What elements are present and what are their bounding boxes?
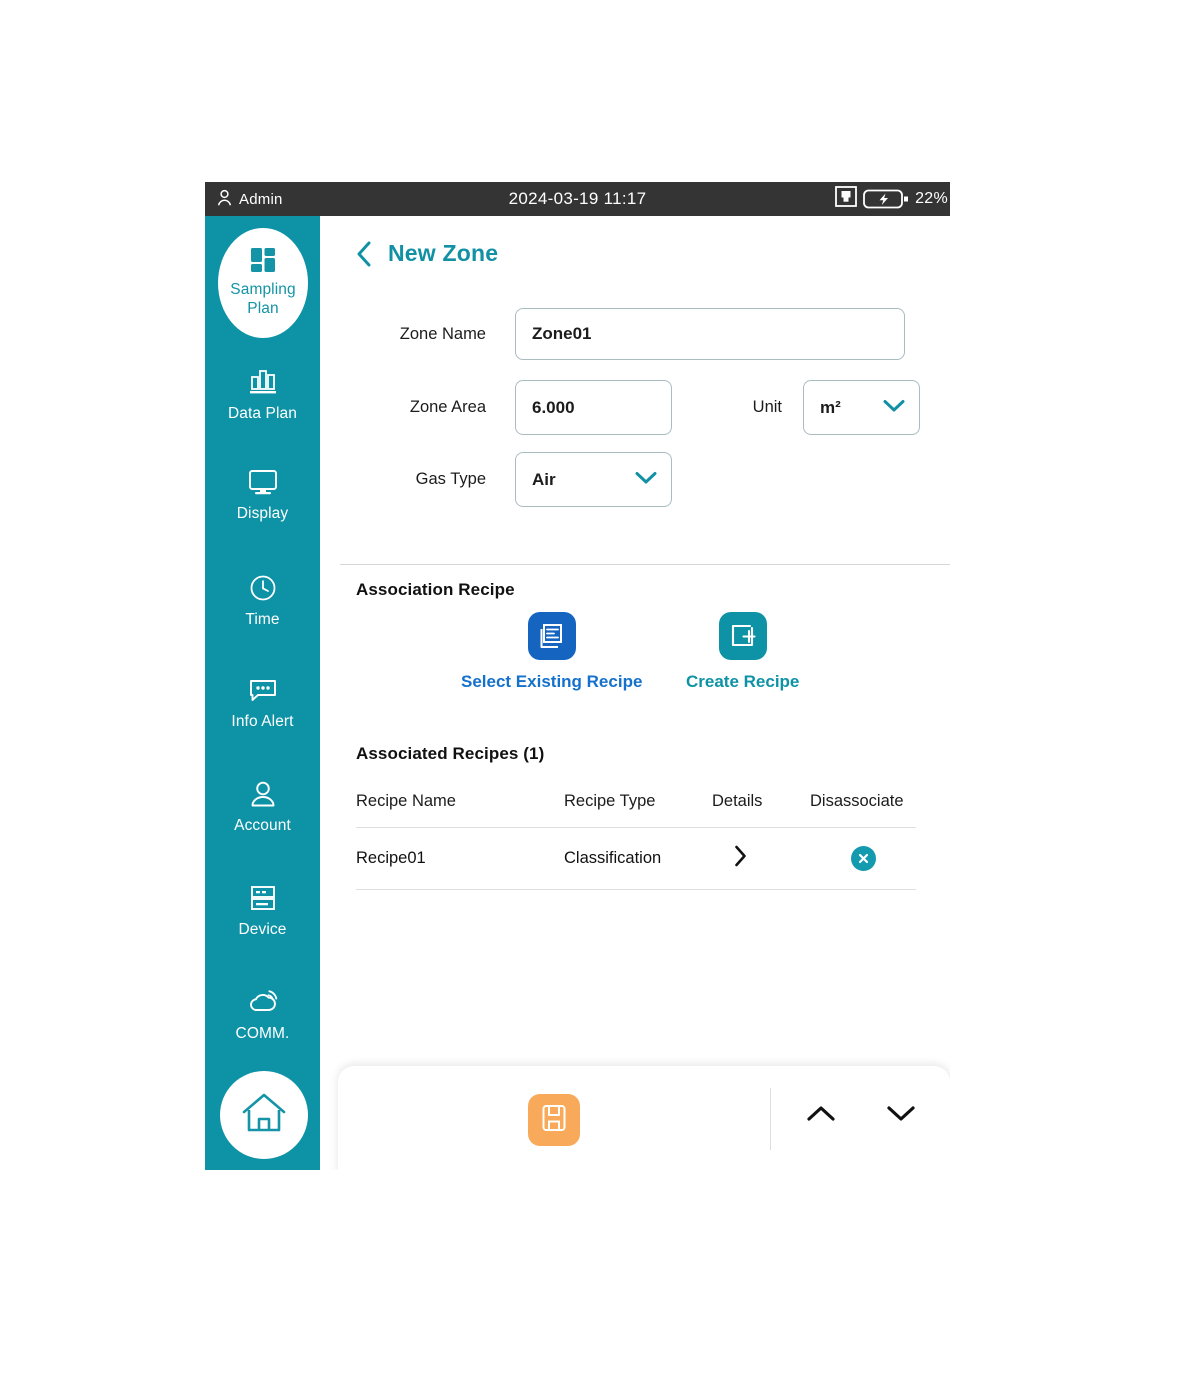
cloud-signal-icon	[247, 986, 279, 1018]
save-floppy-icon	[540, 1103, 568, 1138]
chevron-right-icon	[734, 845, 747, 872]
scroll-up-button[interactable]	[806, 1104, 836, 1128]
unit-select[interactable]: m²	[803, 380, 920, 435]
bottom-divider	[770, 1088, 771, 1150]
sidebar-item-label: COMM.	[235, 1025, 290, 1042]
sidebar-item-label: Account	[234, 817, 291, 834]
disassociate-button[interactable]	[810, 846, 916, 871]
associated-recipes-title: Associated Recipes (1)	[356, 744, 545, 763]
sidebar-item-label: Sampling Plan	[230, 281, 296, 317]
chat-bubble-icon	[248, 674, 278, 706]
column-header-recipe-name: Recipe Name	[356, 792, 456, 810]
zone-area-label: Zone Area	[409, 398, 486, 416]
gas-type-row: Gas Type Air	[356, 452, 672, 507]
gas-type-select[interactable]: Air	[515, 452, 672, 507]
table-header: Recipe Name Recipe Type Details Disassoc…	[356, 776, 916, 828]
association-recipe-title: Association Recipe	[356, 580, 515, 599]
select-existing-recipe-button[interactable]: Select Existing Recipe	[461, 612, 642, 692]
sidebar-item-sampling-plan[interactable]: Sampling Plan	[218, 228, 308, 338]
device-screen: Admin 2024-03-19 11:17 22% Sampling Plan…	[205, 182, 950, 1170]
unit-label: Unit	[752, 398, 782, 416]
zone-name-row: Zone Name Zone01	[356, 308, 905, 360]
gas-type-select-value: Air	[532, 469, 556, 489]
create-recipe-button[interactable]: Create Recipe	[686, 612, 799, 692]
table-row: Recipe01 Classification	[356, 828, 916, 890]
main-content: New Zone Zone Name Zone01 Zone Area 6.00…	[320, 216, 950, 1170]
back-button[interactable]	[356, 241, 372, 267]
unit-select-value: m²	[820, 397, 841, 417]
sidebar-item-label: Data Plan	[228, 405, 297, 422]
sidebar-item-label: Time	[245, 611, 280, 628]
chevron-up-icon	[806, 1106, 836, 1127]
sidebar: Sampling Plan Data Plan Display Time Inf…	[205, 216, 320, 1170]
chevron-down-icon	[883, 398, 905, 418]
chevron-down-icon	[635, 470, 657, 490]
person-icon	[250, 778, 276, 810]
details-button[interactable]	[712, 845, 810, 872]
select-existing-recipe-label: Select Existing Recipe	[461, 672, 643, 691]
home-icon	[240, 1090, 288, 1141]
sidebar-item-display[interactable]: Display	[205, 466, 320, 523]
column-header-details: Details	[712, 792, 763, 810]
zone-area-input[interactable]: 6.000	[515, 380, 672, 435]
bar-chart-icon	[248, 366, 278, 398]
status-indicators: 22%	[835, 182, 950, 216]
clock-icon	[249, 572, 277, 604]
gas-type-label: Gas Type	[415, 470, 486, 488]
sidebar-item-time[interactable]: Time	[205, 572, 320, 629]
scroll-down-button[interactable]	[886, 1104, 916, 1128]
cell-recipe-type: Classification	[564, 849, 662, 867]
grid-icon	[249, 244, 277, 276]
page-header: New Zone	[356, 240, 498, 267]
associated-recipes-table: Recipe Name Recipe Type Details Disassoc…	[356, 776, 916, 890]
battery-percent: 22%	[915, 190, 948, 207]
zone-name-label: Zone Name	[399, 324, 486, 343]
status-bar: Admin 2024-03-19 11:17 22%	[205, 182, 950, 216]
home-button[interactable]	[220, 1071, 308, 1159]
page-title: New Zone	[388, 240, 499, 266]
sidebar-item-data-plan[interactable]: Data Plan	[205, 366, 320, 423]
section-divider	[340, 564, 950, 565]
battery-charging-icon	[863, 188, 909, 210]
sidebar-item-label: Display	[236, 505, 289, 522]
monitor-icon	[247, 466, 279, 498]
server-icon	[249, 882, 277, 914]
column-header-disassociate: Disassociate	[810, 792, 904, 810]
sidebar-item-account[interactable]: Account	[205, 778, 320, 835]
ethernet-icon	[835, 186, 857, 212]
documents-stack-icon	[527, 612, 576, 660]
sidebar-item-info-alert[interactable]: Info Alert	[205, 674, 320, 731]
add-square-icon	[718, 612, 767, 660]
column-header-recipe-type: Recipe Type	[564, 792, 656, 810]
sidebar-item-comm[interactable]: COMM.	[205, 986, 320, 1043]
zone-name-input[interactable]: Zone01	[515, 308, 905, 360]
zone-area-row: Zone Area 6.000 Unit m²	[356, 380, 920, 435]
save-button[interactable]	[528, 1094, 580, 1146]
close-circle-icon	[850, 846, 876, 871]
bottom-action-bar	[338, 1066, 950, 1170]
sidebar-item-label: Info Alert	[231, 713, 294, 730]
cell-recipe-name: Recipe01	[356, 849, 426, 867]
sidebar-item-device[interactable]: Device	[205, 882, 320, 939]
sidebar-item-label: Device	[238, 921, 287, 938]
chevron-down-icon	[886, 1106, 916, 1127]
create-recipe-label: Create Recipe	[686, 672, 800, 691]
